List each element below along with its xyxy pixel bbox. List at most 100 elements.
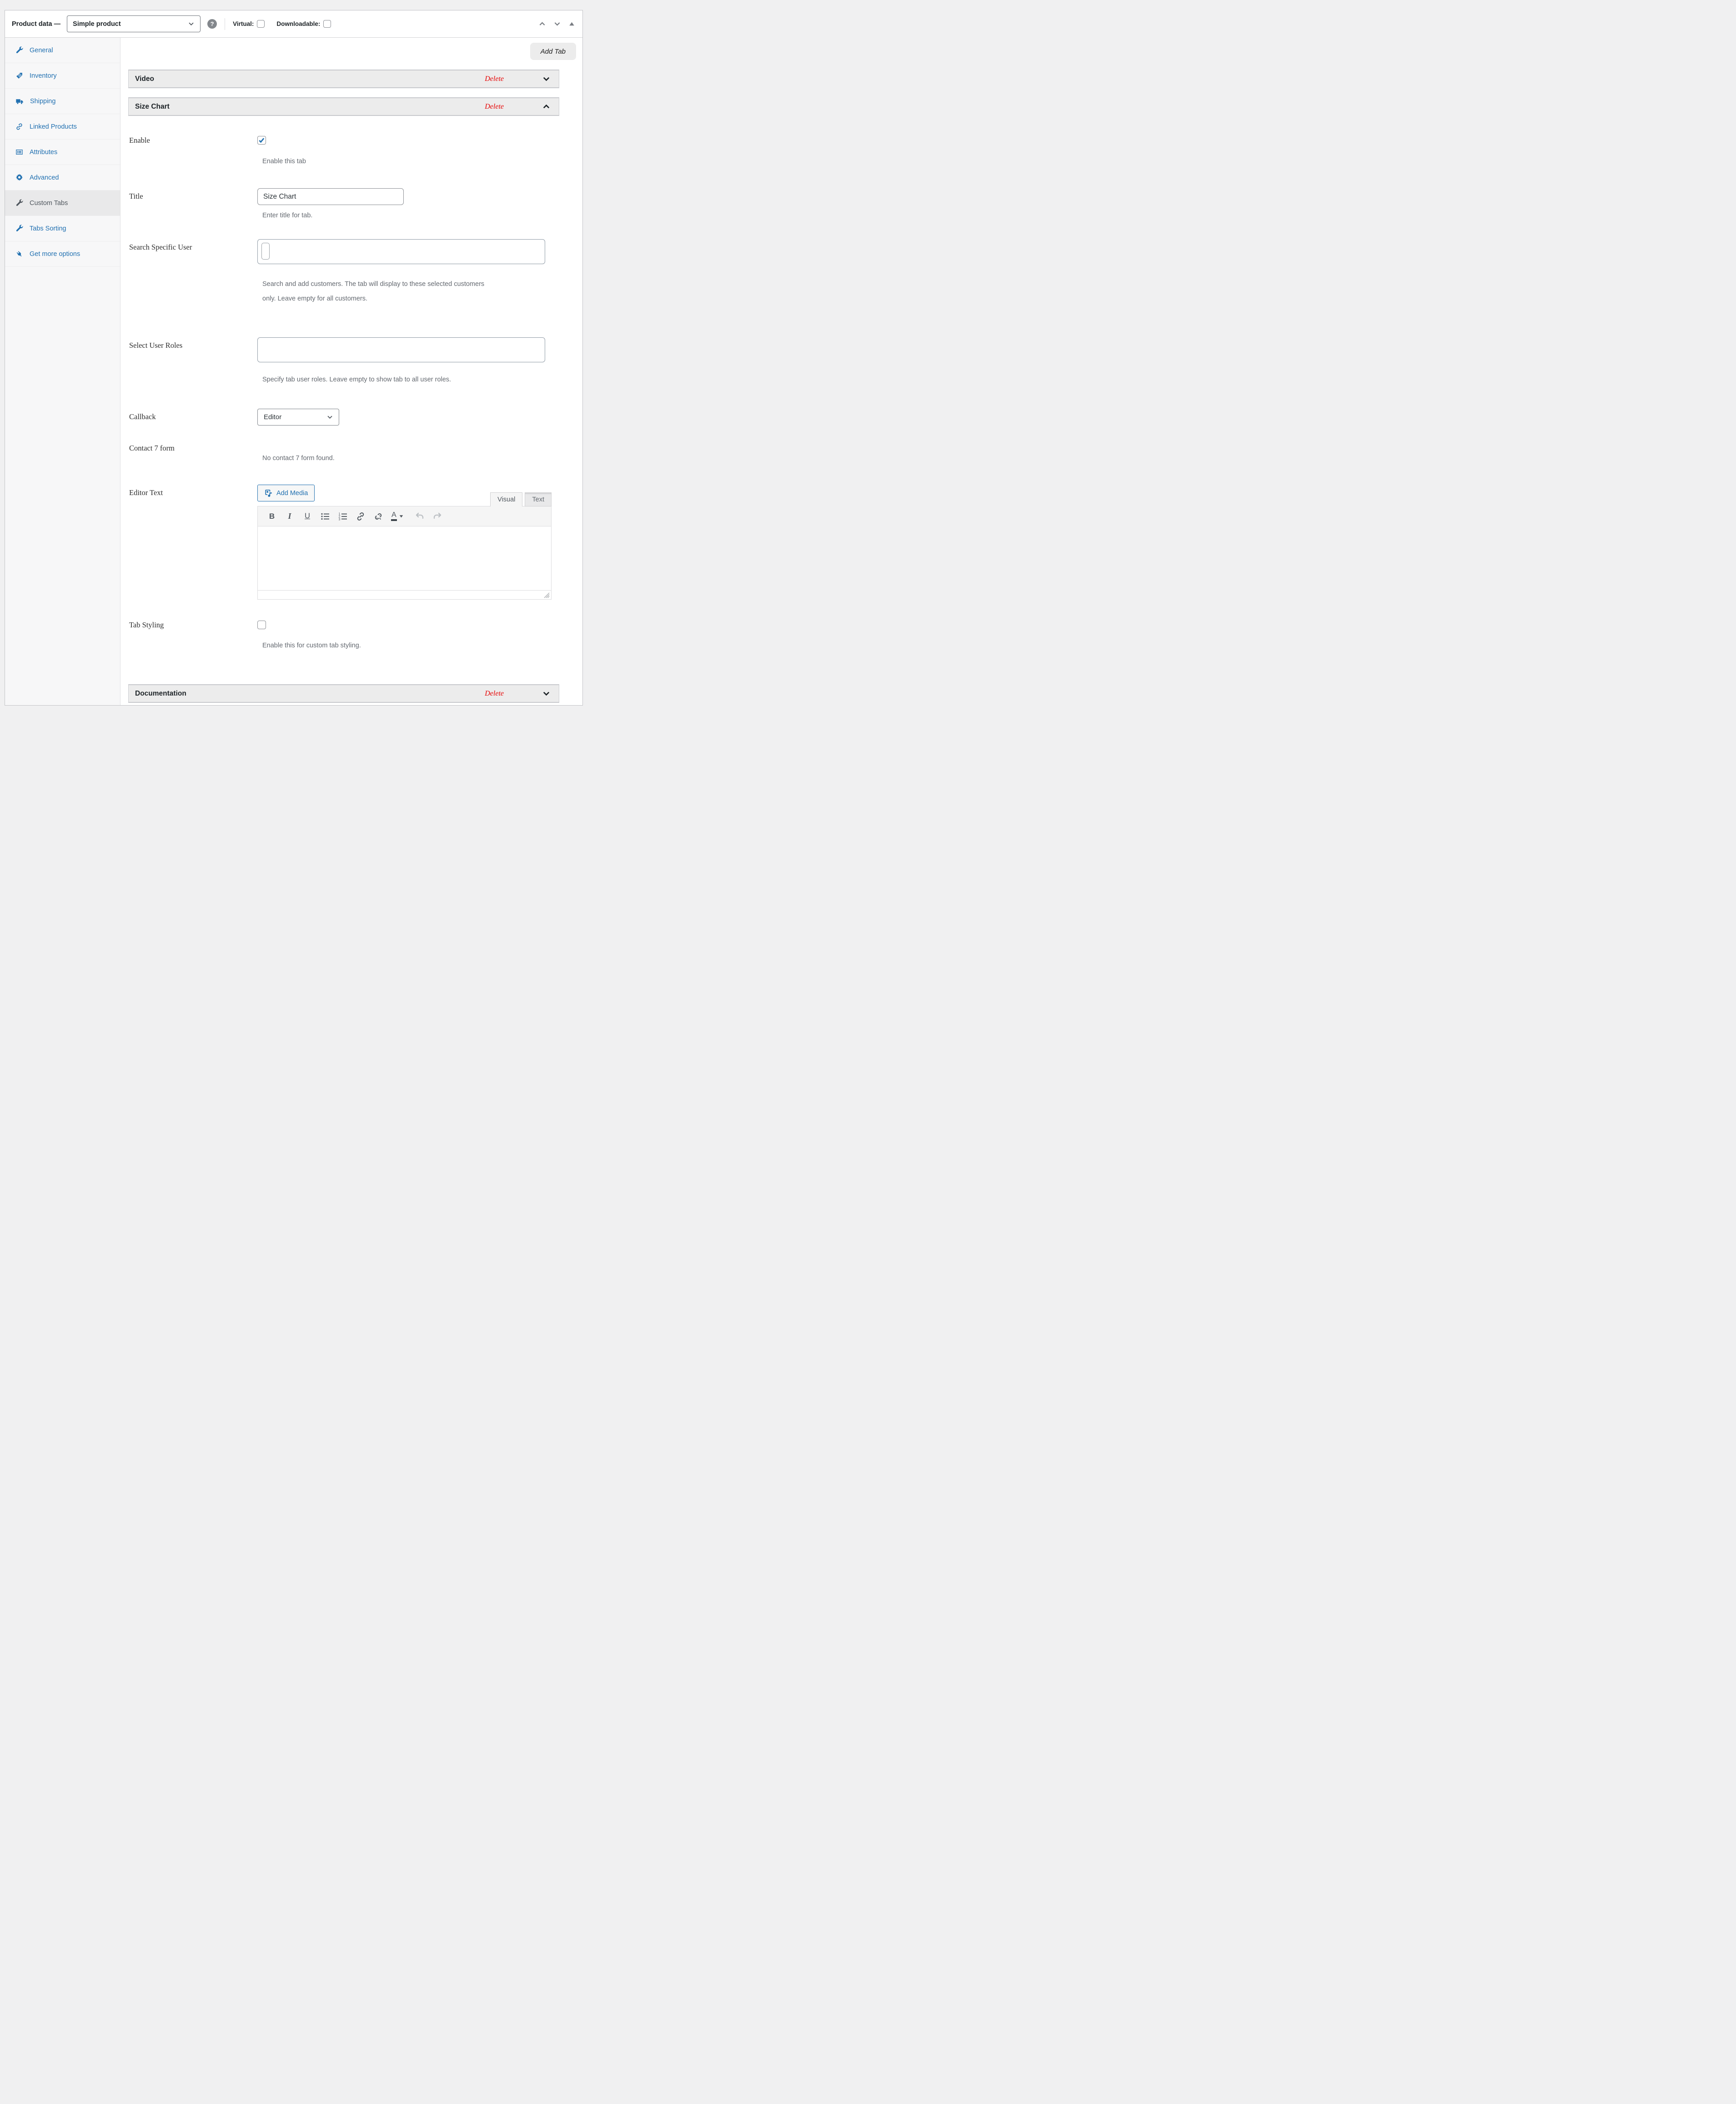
callback-label: Callback — [129, 409, 257, 426]
add-tab-button[interactable]: Add Tab — [530, 43, 576, 60]
chevron-down-icon — [399, 514, 403, 518]
attributes-icon — [15, 148, 23, 156]
editor-toolbar: B I U 123 — [258, 506, 551, 526]
sidebar-item-label: Advanced — [30, 174, 59, 181]
sidebar-item-get-more-options[interactable]: Get more options — [5, 241, 120, 267]
wrench-icon — [15, 46, 23, 54]
accordion-video[interactable]: Video Delete — [128, 70, 559, 88]
tag-icon — [15, 72, 23, 80]
chevron-down-icon[interactable] — [542, 75, 551, 83]
link-icon[interactable] — [356, 511, 366, 522]
link-icon — [15, 123, 23, 130]
italic-icon[interactable]: I — [285, 511, 295, 522]
callback-select[interactable]: Editor — [257, 409, 339, 426]
tab-styling-description: Enable this for custom tab styling. — [262, 642, 582, 649]
product-type-value: Simple product — [73, 20, 121, 28]
contact-7-form-label: Contact 7 form — [129, 444, 257, 462]
bulleted-list-icon[interactable] — [320, 511, 330, 522]
add-media-button[interactable]: Add Media — [257, 485, 315, 501]
tab-styling-label: Tab Styling — [129, 621, 257, 649]
collapse-panel-icon[interactable] — [568, 20, 575, 27]
gear-icon — [15, 174, 23, 181]
editor-status-bar — [258, 590, 551, 599]
metabox-title: Product data — — [12, 20, 60, 28]
sidebar-item-linked-products[interactable]: Linked Products — [5, 114, 120, 140]
sidebar-item-shipping[interactable]: Shipping — [5, 89, 120, 114]
sidebar-item-label: General — [30, 47, 53, 54]
product-data-metabox: Product data — Simple product ? Virtual:… — [5, 10, 583, 706]
editor-tab-text[interactable]: Text — [525, 492, 552, 506]
contact-7-form-description: No contact 7 form found. — [262, 444, 582, 462]
delete-tab-link[interactable]: Delete — [485, 103, 504, 111]
downloadable-label: Downloadable: — [276, 20, 320, 27]
delete-tab-link[interactable]: Delete — [485, 75, 504, 83]
virtual-checkbox[interactable] — [257, 20, 265, 28]
sidebar-item-label: Tabs Sorting — [30, 225, 66, 232]
sidebar-item-label: Inventory — [30, 72, 57, 80]
redo-icon[interactable] — [432, 511, 442, 522]
wrench-icon — [15, 199, 23, 207]
chevron-down-icon — [188, 20, 195, 27]
select-user-roles-field[interactable] — [257, 337, 545, 362]
accordion-size-chart[interactable]: Size Chart Delete — [128, 97, 559, 116]
editor-content-area[interactable] — [258, 526, 551, 590]
product-type-select[interactable]: Simple product — [67, 15, 201, 32]
unlink-icon[interactable] — [373, 511, 383, 522]
chevron-up-icon[interactable] — [542, 102, 551, 111]
move-down-icon[interactable] — [553, 20, 561, 28]
truck-icon — [15, 97, 24, 105]
delete-tab-link[interactable]: Delete — [485, 690, 504, 698]
sidebar-item-inventory[interactable]: Inventory — [5, 63, 120, 89]
product-data-tabs-sidebar: General Inventory Shipping Linked Produc… — [5, 38, 120, 705]
sidebar-item-advanced[interactable]: Advanced — [5, 165, 120, 190]
sidebar-item-label: Shipping — [30, 98, 55, 105]
sidebar-item-label: Get more options — [30, 250, 80, 258]
numbered-list-icon[interactable]: 123 — [338, 511, 348, 522]
wrench-icon — [15, 225, 23, 232]
text-color-button[interactable]: A — [391, 511, 403, 521]
text-color-icon: A — [391, 511, 397, 521]
sidebar-item-tabs-sorting[interactable]: Tabs Sorting — [5, 216, 120, 241]
enable-checkbox[interactable] — [257, 136, 266, 145]
accordion-title: Size Chart — [135, 103, 485, 111]
chevron-down-icon[interactable] — [542, 689, 551, 698]
bold-icon[interactable]: B — [267, 511, 277, 522]
undo-icon[interactable] — [415, 511, 425, 522]
search-specific-user-field[interactable] — [257, 239, 545, 264]
sidebar-item-label: Custom Tabs — [30, 200, 68, 207]
move-up-icon[interactable] — [538, 20, 546, 28]
search-specific-user-label: Search Specific User — [129, 239, 257, 306]
sidebar-item-label: Attributes — [30, 149, 57, 156]
chevron-down-icon — [326, 414, 333, 421]
select-user-roles-label: Select User Roles — [129, 337, 257, 383]
title-description: Enter title for tab. — [262, 212, 582, 219]
editor-tab-visual[interactable]: Visual — [490, 492, 522, 506]
media-icon — [264, 489, 273, 497]
sidebar-item-general[interactable]: General — [5, 38, 120, 63]
plug-icon — [15, 250, 23, 258]
tab-title-input[interactable] — [257, 188, 404, 205]
accordion-title: Video — [135, 75, 485, 83]
resize-grip-icon[interactable] — [544, 592, 550, 598]
user-search-input[interactable] — [261, 243, 270, 260]
product-data-header: Product data — Simple product ? Virtual:… — [5, 10, 582, 38]
accordion-documentation[interactable]: Documentation Delete — [128, 684, 559, 703]
wp-editor: Add Media Visual Text B I — [257, 485, 552, 600]
sidebar-item-custom-tabs[interactable]: Custom Tabs — [5, 190, 120, 216]
sidebar-item-attributes[interactable]: Attributes — [5, 140, 120, 165]
custom-tabs-panel: Add Tab Video Delete Size Chart Delete — [120, 38, 582, 705]
virtual-label: Virtual: — [233, 20, 254, 27]
underline-icon[interactable]: U — [302, 511, 312, 522]
search-specific-user-description: Search and add customers. The tab will d… — [262, 277, 582, 306]
help-icon[interactable]: ? — [207, 19, 217, 29]
select-user-roles-description: Specify tab user roles. Leave empty to s… — [262, 376, 582, 383]
callback-value: Editor — [264, 413, 281, 421]
title-label: Title — [129, 188, 257, 219]
editor-text-label: Editor Text — [129, 485, 257, 600]
downloadable-checkbox[interactable] — [323, 20, 331, 28]
tab-styling-checkbox[interactable] — [257, 621, 266, 629]
svg-text:3: 3 — [339, 518, 341, 521]
enable-label: Enable — [129, 136, 257, 165]
enable-description: Enable this tab — [262, 158, 582, 165]
accordion-title: Documentation — [135, 690, 485, 698]
